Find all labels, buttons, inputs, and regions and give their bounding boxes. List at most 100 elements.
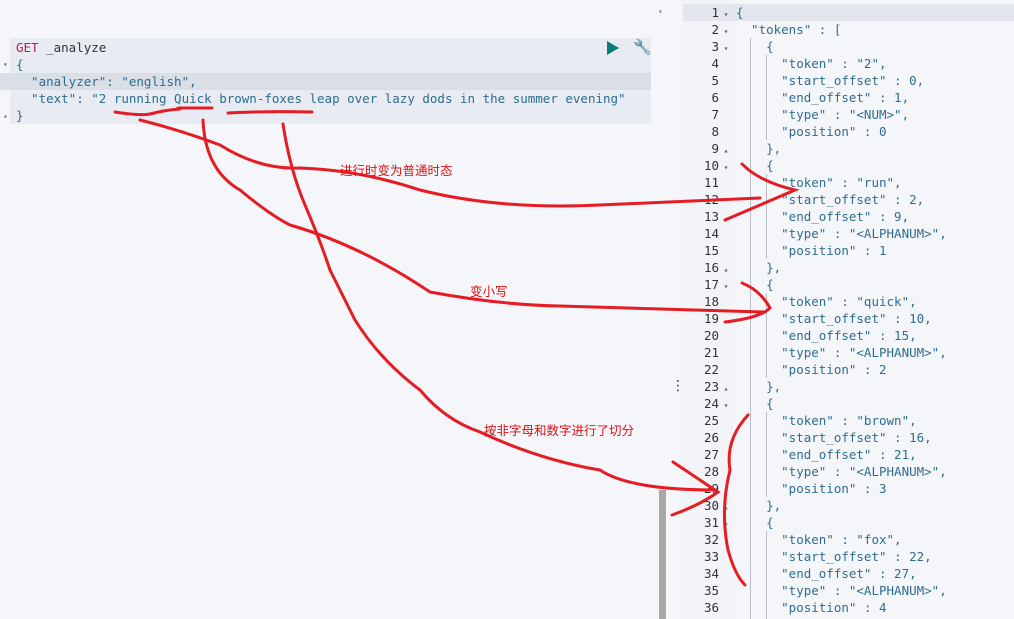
response-line: 28 "type" : "<ALPHANUM>", xyxy=(683,463,1014,480)
play-icon[interactable] xyxy=(607,41,619,55)
line-number: 2 xyxy=(711,22,719,37)
response-line-text: "position" : 4 xyxy=(736,600,887,615)
line-number: 21 xyxy=(703,345,719,360)
request-body-text: { xyxy=(16,57,24,72)
line-number: 22 xyxy=(703,362,719,377)
response-line: 14 "type" : "<ALPHANUM>", xyxy=(683,225,1014,242)
response-line: 21 "type" : "<ALPHANUM>", xyxy=(683,344,1014,361)
response-line-text: "start_offset" : 0, xyxy=(736,73,925,88)
response-line: 17 ▾ { xyxy=(683,276,1014,293)
line-number: 23 xyxy=(703,379,719,394)
request-body-line[interactable]: } ▴ xyxy=(0,107,651,124)
indent-guide xyxy=(766,174,767,259)
response-line-text: "type" : "<ALPHANUM>", xyxy=(736,345,947,360)
response-line: 34 "end_offset" : 27, xyxy=(683,565,1014,582)
indent-guide xyxy=(750,38,751,619)
request-body-text: "analyzer": "english", xyxy=(16,74,197,89)
response-line: 10 ▾ { xyxy=(683,157,1014,174)
line-number: 3 xyxy=(711,39,719,54)
line-number: 35 xyxy=(703,583,719,598)
response-line: 16 ▴ }, xyxy=(683,259,1014,276)
response-line-text: "position" : 3 xyxy=(736,481,887,496)
response-line-text: "end_offset" : 27, xyxy=(736,566,917,581)
response-line: 6 "end_offset" : 1, xyxy=(683,89,1014,106)
line-number: 9 xyxy=(711,141,719,156)
response-line: 20 "end_offset" : 15, xyxy=(683,327,1014,344)
line-number: 34 xyxy=(703,566,719,581)
request-body-line[interactable]: "analyzer": "english", xyxy=(0,73,651,90)
response-line: 18 "token" : "quick", xyxy=(683,293,1014,310)
response-line-text: { xyxy=(736,515,774,530)
scrollbar[interactable] xyxy=(659,490,666,619)
request-line[interactable]: GET _analyze xyxy=(16,39,667,56)
response-line-text: "end_offset" : 21, xyxy=(736,447,917,462)
response-line-text: "end_offset" : 15, xyxy=(736,328,917,343)
response-line: 8 "position" : 0 xyxy=(683,123,1014,140)
line-number: 36 xyxy=(703,600,719,615)
response-line: 30 ▴ }, xyxy=(683,497,1014,514)
response-line-text: { xyxy=(736,39,774,54)
line-number: 31 xyxy=(703,515,719,530)
response-line: 27 "end_offset" : 21, xyxy=(683,446,1014,463)
annotation-lowercase: 变小写 xyxy=(470,284,508,299)
response-line: 36 "position" : 4 xyxy=(683,599,1014,616)
line-number: 26 xyxy=(703,430,719,445)
response-line: 32 "token" : "fox", xyxy=(683,531,1014,548)
response-line: 2 ▾ "tokens" : [ xyxy=(683,21,1014,38)
annotation-tense: 进行时变为普通时态 xyxy=(340,163,453,178)
response-line: 11 "token" : "run", xyxy=(683,174,1014,191)
response-line-text: { xyxy=(736,5,744,20)
request-body-text: } xyxy=(16,108,24,123)
line-number: 32 xyxy=(703,532,719,547)
response-line: 29 "position" : 3 xyxy=(683,480,1014,497)
response-line-text: "start_offset" : 2, xyxy=(736,192,925,207)
response-line-text: "position" : 1 xyxy=(736,243,887,258)
response-line: 15 "position" : 1 xyxy=(683,242,1014,259)
response-line: 9 ▴ }, xyxy=(683,140,1014,157)
line-number: 13 xyxy=(703,209,719,224)
line-number: 29 xyxy=(703,481,719,496)
response-line-text: "token" : "quick", xyxy=(736,294,917,309)
response-line: 19 "start_offset" : 10, xyxy=(683,310,1014,327)
wrench-icon[interactable]: 🔧 xyxy=(633,38,652,56)
response-panel[interactable]: 1 ▾{2 ▾ "tokens" : [3 ▾ {4 "token" : "2", 5 … xyxy=(683,0,1014,619)
request-body-text: "text": "2 running Quick brown-foxes lea… xyxy=(16,91,626,106)
line-number: 16 xyxy=(703,260,719,275)
response-line-text: "type" : "<ALPHANUM>", xyxy=(736,583,947,598)
response-line-text: "end_offset" : 9, xyxy=(736,209,910,224)
request-body-line[interactable]: {▾ xyxy=(0,56,651,73)
response-line-text: "type" : "<NUM>", xyxy=(736,107,910,122)
line-number: 33 xyxy=(703,549,719,564)
http-method: GET xyxy=(16,40,39,55)
annotation-split: 按非字母和数字进行了切分 xyxy=(484,423,635,438)
response-line-text: "tokens" : [ xyxy=(736,22,842,37)
response-line-text: "token" : "brown", xyxy=(736,413,917,428)
response-line-text: }, xyxy=(736,379,782,394)
response-line: 13 "end_offset" : 9, xyxy=(683,208,1014,225)
fold-toggle-icon[interactable]: ▾ xyxy=(3,56,8,73)
response-line: 1 ▾{ xyxy=(683,4,1014,21)
indent-guide xyxy=(766,412,767,497)
response-line-text: "token" : "run", xyxy=(736,175,902,190)
line-number: 24 xyxy=(703,396,719,411)
response-line: 22 "position" : 2 xyxy=(683,361,1014,378)
line-number: 6 xyxy=(711,90,719,105)
request-editor-panel[interactable]: ▴ GET _analyze {▾ "analyzer": "english",… xyxy=(0,0,670,619)
line-number: 30 xyxy=(703,498,719,513)
response-line: 26 "start_offset" : 16, xyxy=(683,429,1014,446)
response-line: 33 "start_offset" : 22, xyxy=(683,548,1014,565)
line-number: 5 xyxy=(711,73,719,88)
line-number: 28 xyxy=(703,464,719,479)
response-line-text: "token" : "2", xyxy=(736,56,887,71)
line-number: 4 xyxy=(711,56,719,71)
line-number: 19 xyxy=(703,311,719,326)
request-body-line[interactable]: "text": "2 running Quick brown-foxes lea… xyxy=(0,90,651,107)
line-number: 14 xyxy=(703,226,719,241)
panel-collapse-icon[interactable]: ▴ xyxy=(658,6,663,15)
response-line: 31 ▾ { xyxy=(683,514,1014,531)
line-number: 8 xyxy=(711,124,719,139)
fold-toggle-icon[interactable]: ▴ xyxy=(3,107,8,124)
response-line: 7 "type" : "<NUM>", xyxy=(683,106,1014,123)
line-number: 25 xyxy=(703,413,719,428)
response-line: 35 "type" : "<ALPHANUM>", xyxy=(683,582,1014,599)
